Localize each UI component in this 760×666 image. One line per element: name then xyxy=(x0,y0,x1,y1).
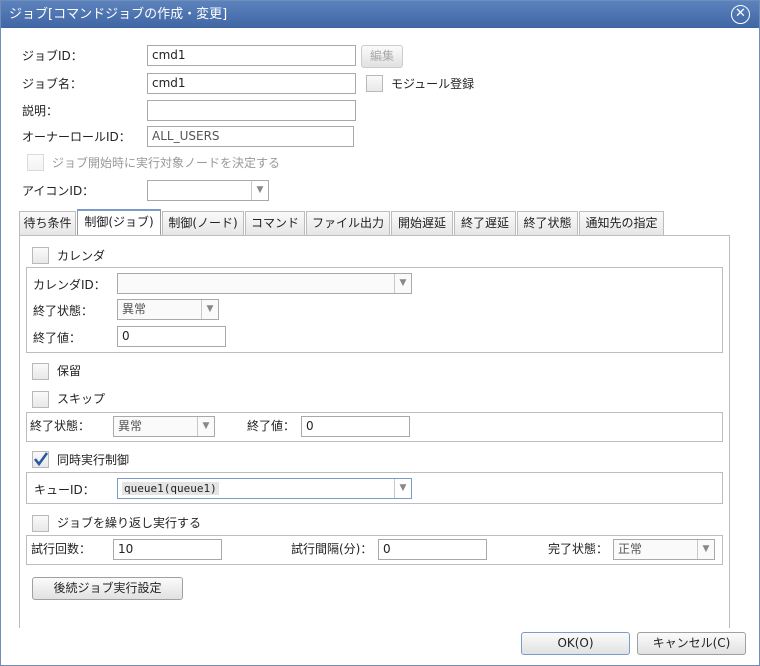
close-icon[interactable]: ✕ xyxy=(731,5,750,24)
chevron-down-icon: ▼ xyxy=(201,300,218,319)
tab-file-output[interactable]: ファイル出力 xyxy=(306,211,390,235)
repeat-label: ジョブを繰り返し実行する xyxy=(57,516,202,530)
icon-id-label: アイコンID： xyxy=(22,184,95,198)
cancel-button[interactable]: キャンセル(C) xyxy=(637,632,746,655)
tab-control-job[interactable]: 制御(ジョブ) xyxy=(77,209,161,235)
skip-label: スキップ xyxy=(57,392,106,406)
calendar-end-value-input[interactable]: 0 xyxy=(117,326,226,347)
decide-node-checkbox[interactable] xyxy=(27,154,44,171)
chevron-down-icon: ▼ xyxy=(394,479,411,498)
concurrency-checkbox[interactable] xyxy=(32,451,49,468)
ok-button[interactable]: OK(O) xyxy=(521,632,630,655)
calendar-label: カレンダ xyxy=(57,249,106,263)
icon-id-select[interactable]: ▼ xyxy=(147,180,269,201)
retry-interval-label: 試行間隔(分)： xyxy=(291,542,373,556)
skip-end-value-input[interactable]: 0 xyxy=(301,416,410,437)
chevron-down-icon: ▼ xyxy=(197,417,214,436)
concurrency-label: 同時実行制御 xyxy=(57,453,130,467)
calendar-checkbox[interactable] xyxy=(32,247,49,264)
retry-count-input[interactable]: 10 xyxy=(113,539,222,560)
calendar-id-label: カレンダID： xyxy=(33,278,106,292)
calendar-id-select[interactable]: ▼ xyxy=(117,273,412,294)
calendar-end-status-value: 異常 xyxy=(122,302,147,316)
tab-control-node[interactable]: 制御(ノード) xyxy=(162,211,244,235)
calendar-end-value-label: 終了値： xyxy=(33,331,82,345)
job-dialog: ジョブ[コマンドジョブの作成・変更] ✕ ジョブID： cmd1 編集 ジョブ名… xyxy=(0,0,760,666)
chevron-down-icon: ▼ xyxy=(697,540,714,559)
tab-wait-condition[interactable]: 待ち条件 xyxy=(19,211,76,235)
job-id-label: ジョブID： xyxy=(22,49,83,63)
hold-label: 保留 xyxy=(57,364,82,378)
queue-id-value: queue1(queue1) xyxy=(122,482,219,495)
skip-end-status-select[interactable]: 異常 ▼ xyxy=(113,416,215,437)
dialog-title: ジョブ[コマンドジョブの作成・変更] xyxy=(9,7,228,22)
complete-status-select[interactable]: 正常 ▼ xyxy=(613,539,715,560)
skip-end-value-label: 終了値： xyxy=(247,419,296,433)
owner-role-label: オーナーロールID： xyxy=(22,130,131,144)
tab-end-delay[interactable]: 終了遅延 xyxy=(454,211,516,235)
job-id-input[interactable]: cmd1 xyxy=(147,45,356,66)
description-label: 説明： xyxy=(22,104,59,118)
edit-button[interactable]: 編集 xyxy=(361,45,403,68)
complete-status-value: 正常 xyxy=(618,542,643,556)
queue-id-select[interactable]: queue1(queue1) ▼ xyxy=(117,478,412,499)
job-name-input[interactable]: cmd1 xyxy=(147,73,356,94)
module-register-checkbox[interactable] xyxy=(366,75,383,92)
queue-id-label: キューID： xyxy=(34,483,95,497)
owner-role-input[interactable]: ALL_USERS xyxy=(147,126,354,147)
followup-job-settings-button[interactable]: 後続ジョブ実行設定 xyxy=(32,577,183,600)
skip-end-status-value: 異常 xyxy=(118,419,143,433)
tab-notification[interactable]: 通知先の指定 xyxy=(579,211,664,235)
tab-command[interactable]: コマンド xyxy=(245,211,305,235)
complete-status-label: 完了状態： xyxy=(548,542,609,556)
retry-count-label: 試行回数： xyxy=(31,542,92,556)
decide-node-label: ジョブ開始時に実行対象ノードを決定する xyxy=(52,156,281,170)
chevron-down-icon: ▼ xyxy=(394,274,411,293)
tab-start-delay[interactable]: 開始遅延 xyxy=(391,211,453,235)
module-register-label: モジュール登録 xyxy=(391,77,475,91)
job-name-label: ジョブ名： xyxy=(22,77,83,91)
calendar-end-status-select[interactable]: 異常 ▼ xyxy=(117,299,219,320)
hold-checkbox[interactable] xyxy=(32,363,49,380)
skip-end-status-label: 終了状態： xyxy=(30,419,91,433)
check-icon xyxy=(33,452,49,467)
chevron-down-icon: ▼ xyxy=(251,181,268,200)
tab-end-status[interactable]: 終了状態 xyxy=(517,211,578,235)
description-input[interactable] xyxy=(147,100,356,121)
repeat-checkbox[interactable] xyxy=(32,515,49,532)
calendar-end-status-label: 終了状態： xyxy=(33,304,94,318)
skip-checkbox[interactable] xyxy=(32,391,49,408)
dialog-titlebar: ジョブ[コマンドジョブの作成・変更] ✕ xyxy=(1,1,759,28)
retry-interval-input[interactable]: 0 xyxy=(378,539,487,560)
